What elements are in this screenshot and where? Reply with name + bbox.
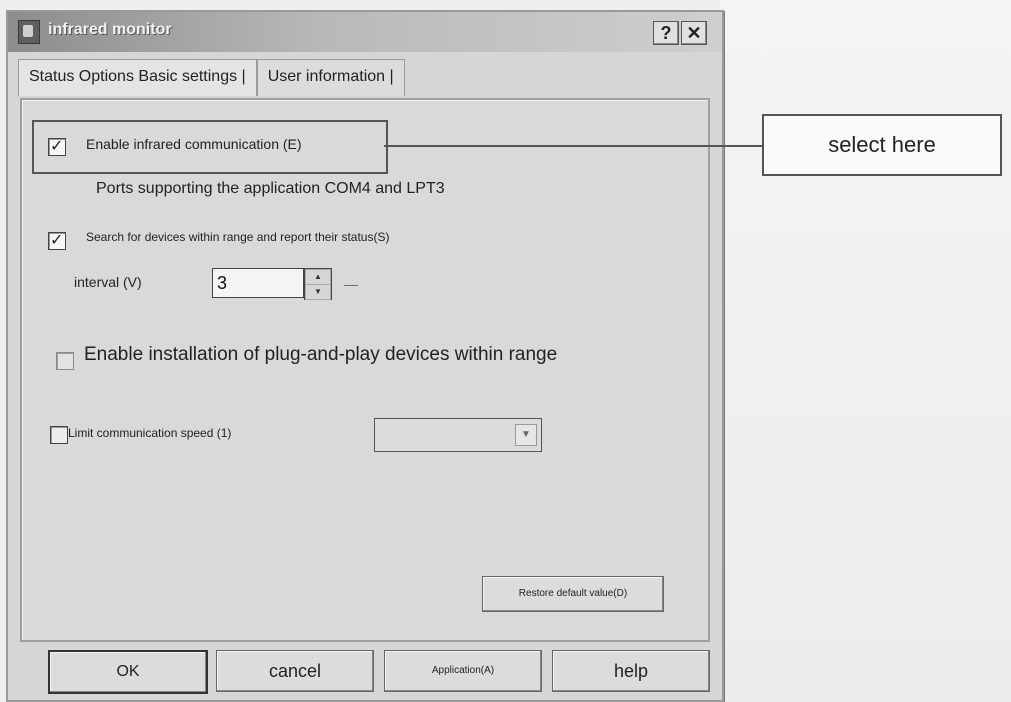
ok-button[interactable]: OK (48, 650, 208, 694)
interval-suffix: — (344, 276, 358, 292)
pnp-label: Enable installation of plug-and-play dev… (84, 344, 558, 365)
restore-default-button[interactable]: Restore default value(D) (482, 576, 664, 612)
spin-down-icon[interactable]: ▼ (305, 284, 331, 300)
enable-ir-checkbox[interactable] (48, 136, 66, 156)
window-title: infrared monitor (48, 21, 172, 38)
spin-up-icon[interactable]: ▲ (305, 269, 331, 285)
speed-select[interactable]: ▼ (374, 418, 542, 452)
search-devices-checkbox[interactable] (48, 230, 66, 250)
limit-speed-checkbox[interactable] (50, 426, 68, 444)
interval-label: interval (V) (74, 274, 142, 290)
tab-status-options-basic[interactable]: Status Options Basic settings | (18, 59, 257, 96)
enable-ir-label: Enable infrared communication (E) (86, 136, 302, 152)
close-button[interactable]: ✕ (681, 21, 707, 45)
app-icon (18, 20, 40, 44)
search-devices-label: Search for devices within range and repo… (86, 230, 390, 244)
apply-button[interactable]: Application(A) (384, 650, 542, 692)
page-background (720, 0, 1011, 702)
cancel-button[interactable]: cancel (216, 650, 374, 692)
help-button[interactable]: help (552, 650, 710, 692)
chevron-down-icon[interactable]: ▼ (515, 424, 537, 446)
pnp-checkbox[interactable] (56, 352, 74, 370)
interval-input[interactable]: 3 (212, 268, 304, 298)
ports-info-text: Ports supporting the application COM4 an… (96, 180, 445, 197)
help-title-button[interactable]: ? (653, 21, 679, 45)
title-bar[interactable]: infrared monitor ? ✕ (8, 12, 722, 52)
callout-line (384, 145, 762, 147)
callout-label: select here (762, 114, 1002, 176)
limit-speed-label: Limit communication speed (1) (68, 426, 232, 440)
interval-spinner[interactable]: ▲ ▼ (304, 268, 332, 300)
tab-strip: Status Options Basic settings | User inf… (18, 56, 405, 96)
tab-user-information[interactable]: User information | (256, 59, 405, 96)
